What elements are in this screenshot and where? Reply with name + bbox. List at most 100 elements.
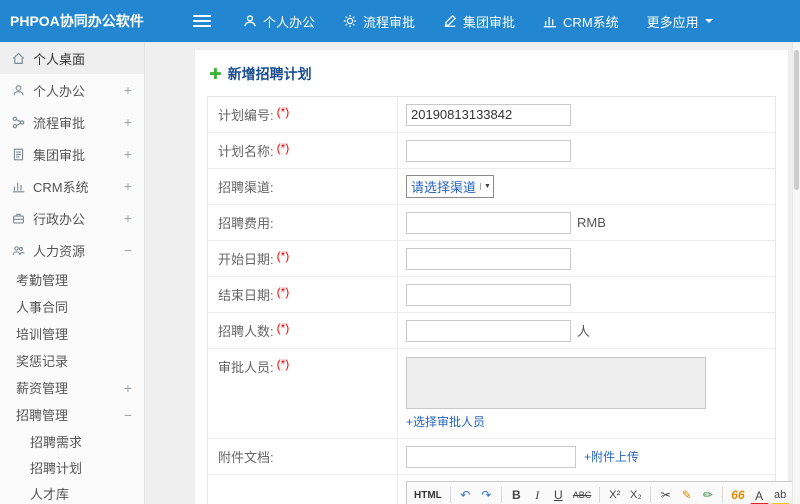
form-row-editor: HTML ↶ ↷ B I U ABC X² X₂ ✂ ✎ ✏ 66 A ab [208, 475, 800, 504]
sidebar-item-talent-pool[interactable]: 人才库 [0, 480, 144, 504]
form-row-plan-no: 计划编号: (*) [208, 97, 775, 133]
scrollbar-thumb[interactable] [794, 50, 799, 190]
sidebar-item-workflow-approval[interactable]: 流程审批 + [0, 106, 144, 138]
main-content: ✚ 新增招聘计划 计划编号: (*) 计划名称: (*) [145, 42, 800, 504]
sidebar-item-crm-system[interactable]: CRM系统 + [0, 170, 144, 202]
sidebar-item-label: 招聘需求 [30, 434, 83, 450]
select-approver-link[interactable]: +选择审批人员 [406, 415, 485, 429]
channel-select-value: 请选择渠道 [411, 180, 477, 195]
topnav-label: 更多应用 [646, 14, 699, 30]
page-title: ✚ 新增招聘计划 [207, 60, 776, 96]
undo-button[interactable]: ↶ [456, 485, 475, 504]
caret-down-icon: ▼ [480, 183, 491, 190]
cost-input[interactable] [406, 211, 571, 234]
required-marker: (*) [276, 321, 290, 335]
plan-name-input[interactable] [406, 139, 571, 162]
form-row-start-date: 开始日期: (*) [208, 241, 775, 277]
font-color-button[interactable]: A [749, 487, 769, 504]
form-row-approver: 审批人员: (*) +选择审批人员 [208, 349, 775, 439]
sidebar-item-hr-contract[interactable]: 人事合同 [0, 293, 144, 320]
doc-icon [12, 148, 25, 161]
sidebar-item-group-approval[interactable]: 集团审批 + [0, 138, 144, 170]
chart-icon [543, 14, 557, 28]
subscript-button[interactable]: X₂ [626, 485, 645, 504]
flow-icon [12, 116, 25, 129]
required-marker: (*) [276, 141, 290, 155]
topnav-workflow-approval[interactable]: 流程审批 [329, 0, 429, 42]
page-title-text: 新增招聘计划 [227, 66, 312, 82]
top-navigation: 个人办公 流程审批 集团审批 CRM系统 更多应用 [229, 0, 727, 42]
underline-button[interactable]: U [549, 485, 568, 504]
end-date-input[interactable] [406, 283, 571, 306]
sidebar-item-label: 培训管理 [16, 327, 69, 342]
start-date-input[interactable] [406, 247, 571, 270]
approver-textarea[interactable] [406, 357, 706, 409]
pencil-button[interactable]: ✎ [677, 485, 696, 504]
sidebar: 个人桌面 个人办公 + 流程审批 + 集团审批 + CRM系统 + 行政办公 + [0, 42, 145, 504]
form-row-plan-name: 计划名称: (*) [208, 133, 775, 169]
sidebar-item-training[interactable]: 培训管理 [0, 320, 144, 347]
sidebar-item-recruit-demand[interactable]: 招聘需求 [0, 428, 144, 454]
pen-button[interactable]: ✏ [698, 485, 717, 504]
caret-down-icon [704, 19, 713, 27]
form-card: ✚ 新增招聘计划 计划编号: (*) 计划名称: (*) [195, 50, 800, 504]
plan-no-input[interactable] [406, 103, 571, 126]
sidebar-item-recruitment[interactable]: 招聘管理 − [0, 401, 144, 428]
sidebar-item-attendance[interactable]: 考勤管理 [0, 266, 144, 293]
channel-select[interactable]: 请选择渠道 ▼ [406, 175, 494, 198]
field-label: 招聘人数: [218, 324, 274, 339]
expand-plus-icon: + [123, 210, 132, 226]
edit-icon [443, 14, 457, 28]
html-source-button[interactable]: HTML [411, 485, 445, 504]
sidebar-item-label: 个人办公 [33, 83, 86, 99]
plus-icon: ✚ [209, 65, 222, 83]
app-brand: PHPOA协同办公软件 [10, 13, 144, 29]
bold-button[interactable]: B [507, 485, 526, 504]
sidebar-item-label: 集团审批 [33, 147, 86, 163]
sidebar-item-recruit-plan[interactable]: 招聘计划 [0, 454, 144, 480]
form-row-end-date: 结束日期: (*) [208, 277, 775, 313]
hamburger-icon [193, 15, 211, 17]
home-icon [12, 52, 25, 65]
superscript-button[interactable]: X² [605, 485, 624, 504]
sidebar-item-label: 人才库 [30, 486, 70, 502]
topnav-group-approval[interactable]: 集团审批 [429, 0, 529, 42]
headcount-input[interactable] [406, 319, 571, 342]
cut-button[interactable]: ✂ [656, 485, 675, 504]
sidebar-item-personal-office[interactable]: 个人办公 + [0, 74, 144, 106]
vertical-scrollbar[interactable] [792, 42, 800, 504]
expand-plus-icon: + [123, 146, 132, 162]
user-icon [243, 14, 257, 28]
field-label: 计划名称: [218, 144, 274, 159]
topnav-crm-system[interactable]: CRM系统 [529, 0, 633, 42]
sidebar-item-salary[interactable]: 薪资管理 + [0, 374, 144, 401]
field-label: 计划编号: [218, 108, 274, 123]
divider [722, 487, 724, 503]
strikethrough-button[interactable]: ABC [570, 485, 595, 504]
attachment-upload-link[interactable]: +附件上传 [584, 448, 639, 465]
gear-icon [343, 14, 357, 28]
sidebar-item-personal-desktop[interactable]: 个人桌面 [0, 42, 144, 74]
sidebar-item-human-resources[interactable]: 人力资源 − [0, 234, 144, 266]
field-label: 开始日期: [218, 252, 274, 267]
topnav-label: CRM系统 [563, 14, 619, 30]
toolbar-row-1: HTML ↶ ↷ B I U ABC X² X₂ ✂ ✎ ✏ 66 A ab [407, 482, 800, 504]
topnav-more-apps[interactable]: 更多应用 [633, 0, 727, 42]
topnav-personal-office[interactable]: 个人办公 [229, 0, 329, 42]
highlight-color-button[interactable]: ab [770, 487, 790, 504]
form-row-headcount: 招聘人数: (*) 人 [208, 313, 775, 349]
sidebar-item-label: 招聘计划 [30, 460, 83, 476]
attachment-input[interactable] [406, 445, 576, 468]
expand-plus-icon: + [123, 114, 132, 130]
menu-toggle-button[interactable] [193, 12, 211, 30]
blockquote-button[interactable]: 66 [728, 485, 747, 504]
field-label: 招聘渠道: [218, 180, 274, 195]
italic-button[interactable]: I [528, 485, 547, 504]
sidebar-item-rewards[interactable]: 奖惩记录 [0, 347, 144, 374]
sidebar-item-admin-office[interactable]: 行政办公 + [0, 202, 144, 234]
redo-button[interactable]: ↷ [477, 485, 496, 504]
sidebar-item-label: 考勤管理 [16, 273, 69, 288]
expand-plus-icon: + [123, 379, 132, 396]
form-row-channel: 招聘渠道: 请选择渠道 ▼ [208, 169, 775, 205]
cost-unit-label: RMB [577, 215, 606, 230]
